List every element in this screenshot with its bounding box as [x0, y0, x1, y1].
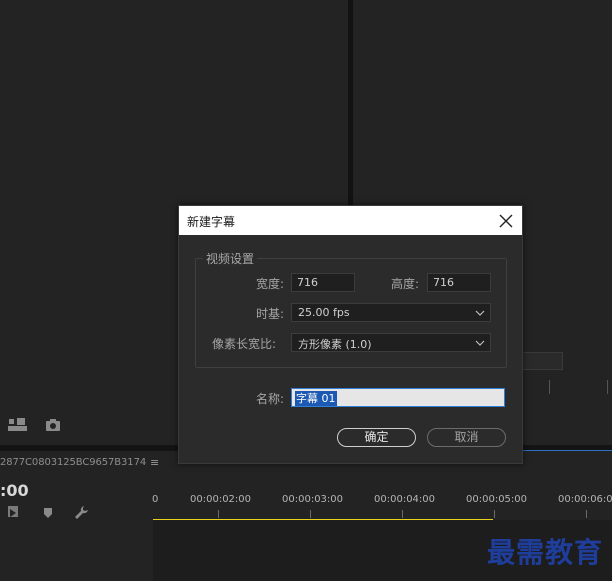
- ruler-tick: [310, 510, 311, 518]
- ruler-label: 0: [152, 494, 159, 505]
- name-field[interactable]: 字幕 01: [291, 388, 505, 407]
- new-title-dialog: 新建字幕 视频设置 宽度: 716 高度: 716 时基: 25.00 fps …: [178, 205, 523, 464]
- snap-icon[interactable]: [6, 505, 22, 519]
- width-field[interactable]: 716: [291, 273, 355, 292]
- ruler-label: 00:00:02:00: [190, 494, 252, 505]
- ruler-tick: [494, 510, 495, 518]
- sequence-tab[interactable]: 2877C0803125BC9657B3174: [0, 457, 146, 468]
- ruler-label: 00:00:06:0: [558, 494, 612, 505]
- export-frame-icon[interactable]: [8, 417, 28, 433]
- dialog-title: 新建字幕: [187, 215, 236, 229]
- panel-menu-icon[interactable]: ≡: [150, 456, 159, 469]
- ruler-tick: [402, 510, 403, 518]
- video-settings-legend: 视频设置: [203, 250, 258, 267]
- chevron-down-icon: [475, 340, 485, 346]
- ruler-label: 00:00:05:00: [466, 494, 528, 505]
- pixel-aspect-label: 像素长宽比:: [212, 337, 277, 351]
- program-settings-control[interactable]: [521, 352, 563, 370]
- pixel-aspect-value: 方形像素 (1.0): [298, 338, 372, 351]
- camera-icon[interactable]: [45, 418, 61, 432]
- wrench-icon[interactable]: [74, 505, 90, 521]
- height-label: 高度:: [391, 277, 420, 291]
- name-label: 名称:: [256, 392, 285, 406]
- pixel-aspect-select[interactable]: 方形像素 (1.0): [291, 333, 491, 352]
- ruler-tick: [586, 510, 587, 518]
- chevron-down-icon: [475, 310, 485, 316]
- close-icon[interactable]: [496, 211, 516, 231]
- marker-icon[interactable]: [42, 506, 54, 519]
- ruler-tick: [218, 510, 219, 518]
- width-label: 宽度:: [256, 277, 285, 291]
- timebase-value: 25.00 fps: [298, 306, 350, 319]
- height-field[interactable]: 716: [427, 273, 491, 292]
- dialog-titlebar[interactable]: 新建字幕: [179, 206, 522, 235]
- name-field-selected-text: 字幕 01: [295, 391, 337, 406]
- program-tick: [549, 380, 550, 394]
- cancel-button[interactable]: 取消: [427, 428, 506, 447]
- timebase-label: 时基:: [256, 307, 285, 321]
- timebase-select[interactable]: 25.00 fps: [291, 303, 491, 322]
- program-tick: [607, 380, 608, 394]
- playhead-timecode[interactable]: :00: [0, 481, 29, 500]
- watermark-logo: 最需教育: [487, 536, 604, 569]
- ok-button[interactable]: 确定: [337, 428, 416, 447]
- ruler-label: 00:00:03:00: [282, 494, 344, 505]
- ruler-label: 00:00:04:00: [374, 494, 436, 505]
